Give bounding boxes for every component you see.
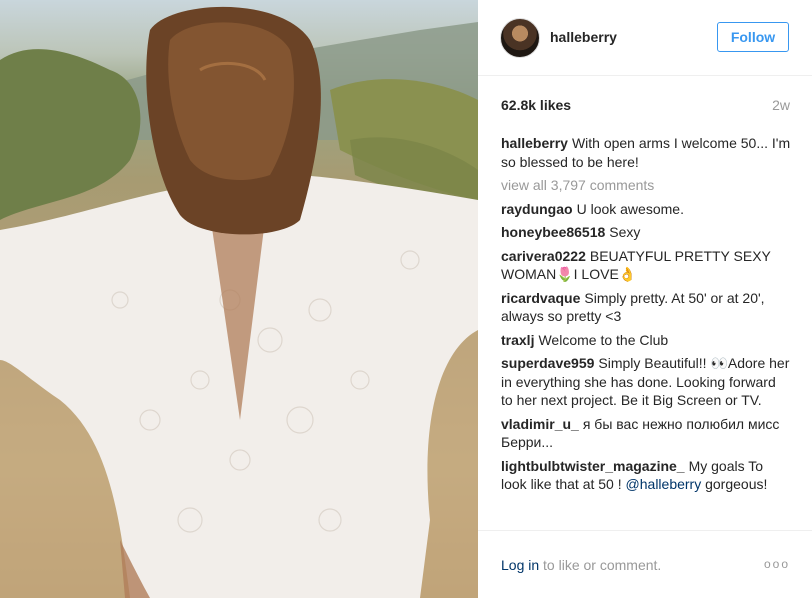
comment-username[interactable]: ricardvaque (501, 290, 580, 306)
post-sidebar: halleberry Follow 62.8k likes 2w hallebe… (478, 0, 812, 598)
comment-item: raydungao U look awesome. (501, 200, 791, 219)
login-prompt: Log in to like or comment. (501, 557, 661, 573)
comment-mention-link[interactable]: @halleberry (626, 476, 702, 492)
post-photo (0, 0, 478, 598)
comment-item: lightbulbtwister_magazine_ My goals To lo… (501, 457, 791, 494)
comment-item: superdave959 Simply Beautiful!! 👀Adore he… (501, 354, 791, 410)
comment-username[interactable]: lightbulbtwister_magazine_ (501, 458, 685, 474)
comment-text: Welcome to the Club (538, 331, 669, 348)
comment-item: ricardvaque Simply pretty. At 50' or at 2… (501, 289, 791, 326)
post-footer: Log in to like or comment. ooo (478, 530, 812, 598)
comment-username[interactable]: vladimir_u_ (501, 416, 579, 432)
comment-username[interactable]: honeybee86518 (501, 224, 605, 240)
comment-username[interactable]: traxlj (501, 332, 534, 348)
comment-item: carivera0222 BEUATYFUL PRETTY SEXY WOMAN🌷… (501, 247, 791, 284)
follow-button[interactable]: Follow (717, 22, 789, 52)
comments-list: halleberry With open arms I welcome 50...… (501, 134, 791, 526)
view-all-comments-link[interactable]: view all 3,797 comments (501, 176, 791, 195)
comment-text: U look awesome. (576, 200, 684, 217)
comment-username[interactable]: raydungao (501, 201, 573, 217)
avatar[interactable] (500, 18, 540, 58)
comment-item: vladimir_u_ я бы вас нежно полюбил мисс Б… (501, 415, 791, 452)
post-header: halleberry Follow (478, 0, 812, 76)
photo-illustration (0, 6, 478, 598)
post-time[interactable]: 2w (772, 97, 790, 113)
caption: halleberry With open arms I welcome 50...… (501, 134, 791, 171)
login-link[interactable]: Log in (501, 557, 539, 573)
comment-item: traxlj Welcome to the Club (501, 331, 791, 350)
comment-text-tail: gorgeous! (705, 476, 768, 492)
more-options-icon[interactable]: ooo (764, 557, 790, 571)
comment-item: honeybee86518 Sexy (501, 223, 791, 242)
login-prompt-text: to like or comment. (543, 557, 662, 573)
post-username[interactable]: halleberry (550, 29, 617, 45)
comment-username[interactable]: carivera0222 (501, 248, 586, 264)
likes-count[interactable]: 62.8k likes (501, 97, 571, 113)
comment-username[interactable]: superdave959 (501, 355, 594, 371)
comment-text: Sexy (609, 224, 641, 240)
caption-username[interactable]: halleberry (501, 135, 568, 151)
